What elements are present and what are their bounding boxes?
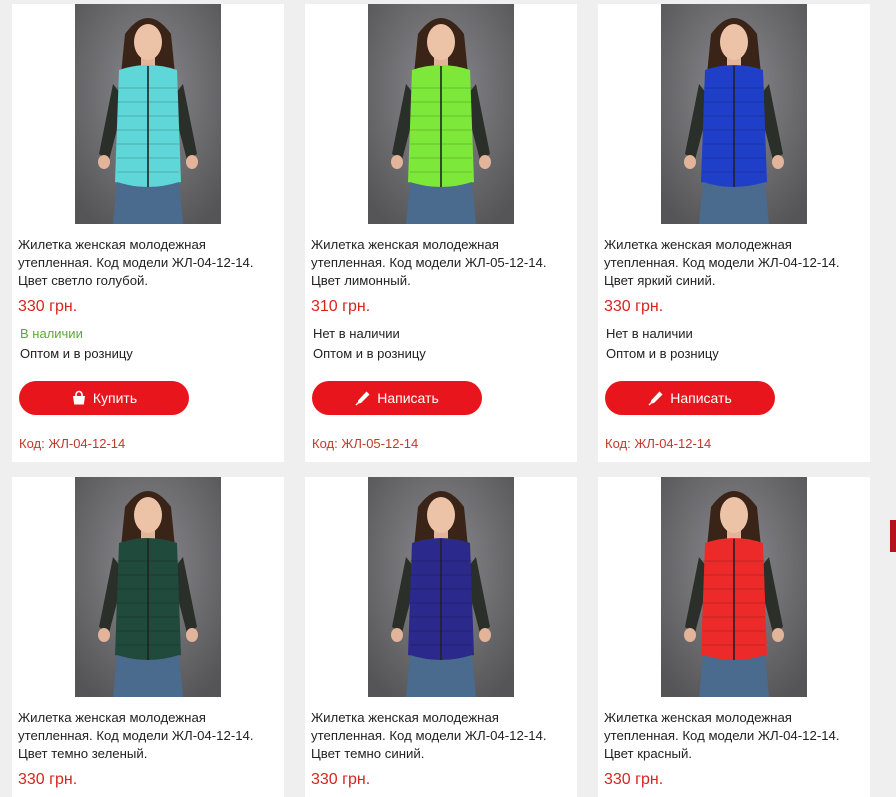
product-photo[interactable] xyxy=(75,477,221,697)
product-description[interactable]: Жилетка женская молодежная утепленная. К… xyxy=(604,709,866,763)
model-illustration xyxy=(368,4,514,224)
sale-type: Оптом и в розницу xyxy=(606,346,719,361)
product-description[interactable]: Жилетка женская молодежная утепленная. К… xyxy=(311,709,573,763)
write-button-label: Написать xyxy=(670,390,732,406)
write-button[interactable]: Написать xyxy=(312,381,482,415)
stock-status: В наличии xyxy=(20,326,83,341)
stock-status: Нет в наличии xyxy=(313,326,400,341)
product-card: Жилетка женская молодежная утепленная. К… xyxy=(305,4,577,462)
model-illustration xyxy=(661,477,807,697)
product-description[interactable]: Жилетка женская молодежная утепленная. К… xyxy=(18,236,280,290)
model-illustration xyxy=(75,477,221,697)
shopping-bag-icon xyxy=(71,390,87,406)
product-card: Жилетка женская молодежная утепленная. К… xyxy=(305,477,577,797)
product-price: 330 грн. xyxy=(604,298,664,315)
product-price: 330 грн. xyxy=(311,771,371,788)
product-description[interactable]: Жилетка женская молодежная утепленная. К… xyxy=(18,709,280,763)
product-card: Жилетка женская молодежная утепленная. К… xyxy=(598,477,870,797)
buy-button[interactable]: Купить xyxy=(19,381,189,415)
product-photo[interactable] xyxy=(661,477,807,697)
product-card: Жилетка женская молодежная утепленная. К… xyxy=(598,4,870,462)
product-description[interactable]: Жилетка женская молодежная утепленная. К… xyxy=(311,236,573,290)
product-price: 310 грн. xyxy=(311,298,371,315)
pen-icon xyxy=(648,390,664,406)
product-photo[interactable] xyxy=(368,477,514,697)
product-code: Код: ЖЛ-04-12-14 xyxy=(19,436,126,451)
model-illustration xyxy=(75,4,221,224)
sale-type: Оптом и в розницу xyxy=(20,346,133,361)
product-description[interactable]: Жилетка женская молодежная утепленная. К… xyxy=(604,236,866,290)
pen-icon xyxy=(355,390,371,406)
product-code: Код: ЖЛ-04-12-14 xyxy=(605,436,712,451)
product-photo[interactable] xyxy=(661,4,807,224)
buy-button-label: Купить xyxy=(92,390,138,406)
write-button-label: Написать xyxy=(377,390,439,406)
product-code: Код: ЖЛ-05-12-14 xyxy=(312,436,419,451)
product-photo[interactable] xyxy=(368,4,514,224)
side-tab[interactable] xyxy=(890,520,896,552)
product-price: 330 грн. xyxy=(18,771,78,788)
product-photo[interactable] xyxy=(75,4,221,224)
model-illustration xyxy=(368,477,514,697)
product-price: 330 грн. xyxy=(604,771,664,788)
product-grid: Ladies.kh.ua Жилетка женская молодежная … xyxy=(0,0,896,797)
watermark: Ladies.kh.ua xyxy=(18,12,34,115)
write-button[interactable]: Написать xyxy=(605,381,775,415)
model-illustration xyxy=(661,4,807,224)
product-card: Жилетка женская молодежная утепленная. К… xyxy=(12,477,284,797)
sale-type: Оптом и в розницу xyxy=(313,346,426,361)
stock-status: Нет в наличии xyxy=(606,326,693,341)
product-card: Ladies.kh.ua Жилетка женская молодежная … xyxy=(12,4,284,462)
product-price: 330 грн. xyxy=(18,298,78,315)
